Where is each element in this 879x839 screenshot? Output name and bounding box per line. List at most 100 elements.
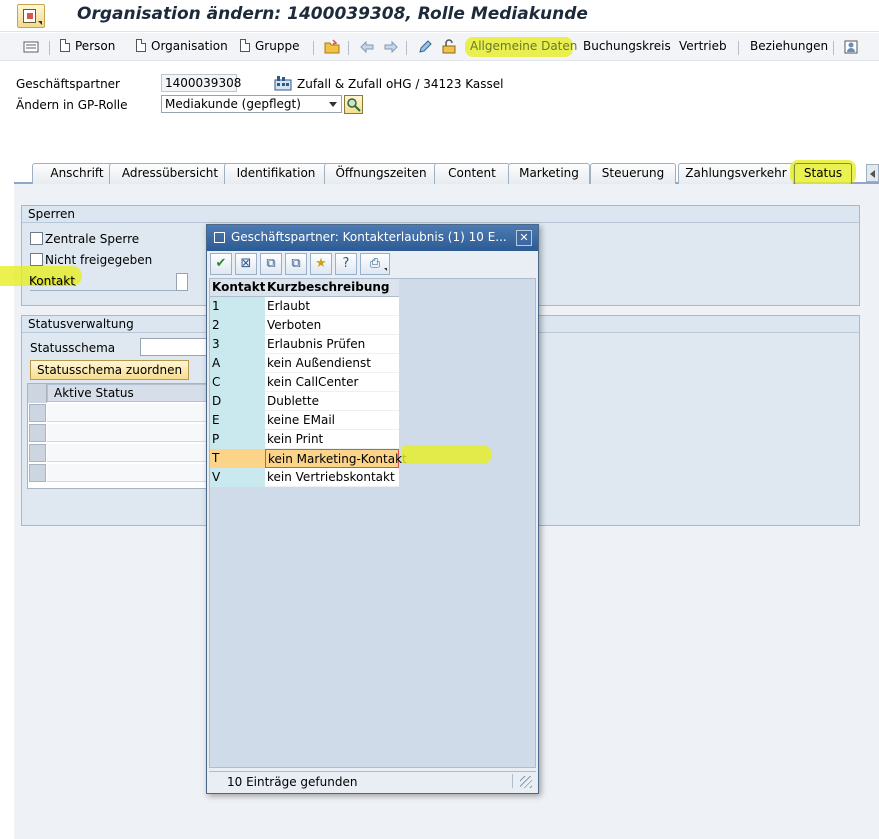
toolbar-separator [738,41,739,55]
tab-strip: Anschrift Adressübersicht Identifikation… [14,160,879,184]
allgemeine-daten-button[interactable]: Allgemeine Daten [470,39,577,55]
table-corner [28,384,47,403]
display-change-icon[interactable] [441,39,457,55]
list-item-key[interactable]: V [210,468,265,487]
list-item[interactable]: Erlaubnis Prüfen [265,335,399,354]
table-row[interactable] [47,464,207,482]
list-item[interactable]: kein Print [265,430,399,449]
find-button[interactable]: ⧉ [260,253,282,275]
statusschema-input[interactable] [140,338,210,356]
status-separator [512,774,513,788]
gp-name: Zufall & Zufall oHG / 34123 Kassel [297,77,504,91]
table-row[interactable] [47,424,207,442]
overview-icon[interactable] [23,39,39,55]
nicht-freigegeben-checkbox[interactable] [30,253,43,266]
popup-toolbar: ✔ ⊠ ⧉ ⧉ ★ ? ⎙ [209,253,409,277]
list-item-key[interactable]: 3 [210,335,265,354]
row-selector[interactable] [29,444,46,462]
list-item-key[interactable]: A [210,354,265,373]
row-selector[interactable] [29,464,46,482]
info-button[interactable]: ? [335,253,357,275]
entries-found-text: 10 Einträge gefunden [227,775,358,789]
tab-identifikation[interactable]: Identifikation [224,163,328,184]
tab-oeffnungszeiten[interactable]: Öffnungszeiten [324,163,438,184]
list-item-key[interactable]: 1 [210,297,265,316]
print-button[interactable]: ⎙ [360,253,390,275]
tab-label: Anschrift [50,166,104,180]
list-item-key[interactable]: D [210,392,265,411]
list-item-selected[interactable]: kein Marketing-Kontakt [265,449,407,468]
restrict-button[interactable]: ⊠ [235,253,257,275]
list-item[interactable]: keine EMail [265,411,399,430]
row-selector[interactable] [29,404,46,422]
kontakt-input[interactable] [176,273,188,291]
tab-zahlungsverkehr[interactable]: Zahlungsverkehr [678,163,794,184]
kurzbeschreibung-column-header[interactable]: Kurzbeschreibung [265,279,399,297]
restrict-icon: ⊠ [240,256,252,271]
list-item[interactable]: kein Außendienst [265,354,399,373]
new-document-icon [60,39,70,52]
rolle-value: Mediakunde (gepflegt) [165,97,301,111]
list-item[interactable]: Erlaubt [265,297,399,316]
table-row[interactable] [47,404,207,422]
toolbar-separator [348,41,349,55]
checkmark-icon: ✔ [215,256,227,271]
tab-label: Adressübersicht [121,166,219,180]
open-folder-icon[interactable] [324,39,340,55]
tab-scroll-button[interactable] [866,164,879,182]
title-bar: Organisation ändern: 1400039308, Rolle M… [0,0,879,32]
list-item[interactable]: Verboten [265,316,399,335]
table-row[interactable] [47,444,207,462]
tab-label: Content [448,166,496,180]
vertrieb-button[interactable]: Vertrieb [679,39,727,55]
list-item-key[interactable]: C [210,373,265,392]
list-item-key[interactable]: E [210,411,265,430]
edit-pencil-icon[interactable] [417,39,433,55]
find-next-button[interactable]: ⧉ [285,253,307,275]
close-button[interactable]: ✕ [516,230,532,246]
relationship-icon[interactable] [843,39,859,55]
toolbar-separator [313,41,314,55]
f4-help-popup: Geschäftspartner: Kontakterlaubnis (1) 1… [206,224,539,794]
tab-status[interactable]: Status [794,163,852,184]
aktive-status-column-header[interactable]: Aktive Status [47,384,207,402]
sperren-group-title: Sperren [22,206,859,223]
confirm-button[interactable]: ✔ [210,253,232,275]
statusschema-zuordnen-button[interactable]: Statusschema zuordnen [30,360,190,380]
person-label: Person [75,39,116,53]
arrow-right-icon[interactable] [383,39,399,55]
personal-list-button[interactable]: ★ [310,253,332,275]
organisation-button[interactable]: Organisation [136,39,228,55]
list-item[interactable]: kein CallCenter [265,373,399,392]
list-item-key-selected[interactable]: T [210,449,265,468]
resize-grip-icon[interactable] [520,776,532,788]
popup-title: Geschäftspartner: Kontakterlaubnis (1) 1… [231,230,507,244]
nicht-freigegeben-label: Nicht freigegeben [45,253,153,267]
gruppe-button[interactable]: Gruppe [240,39,299,55]
tab-label: Status [803,166,843,180]
new-document-icon [136,39,146,52]
zentrale-sperre-checkbox[interactable] [30,232,43,245]
search-role-button[interactable] [344,95,363,114]
rolle-select[interactable]: Mediakunde (gepflegt) [161,95,342,113]
list-item-key[interactable]: P [210,430,265,449]
tab-steuerung[interactable]: Steuerung [590,163,676,184]
row-selector[interactable] [29,424,46,442]
kontakt-column-header[interactable]: Kontakt [210,279,265,297]
beziehungen-button[interactable]: Beziehungen [750,39,828,55]
person-button[interactable]: Person [60,39,115,55]
tab-adressuebersicht[interactable]: Adressübersicht [109,163,231,184]
list-item[interactable]: Dublette [265,392,399,411]
toolbar-separator [406,41,407,55]
printer-icon: ⎙ [369,256,381,271]
list-item-key[interactable]: 2 [210,316,265,335]
system-menu-button[interactable] [17,4,45,28]
highlight-marker-selected-row [402,445,492,464]
close-icon: ✕ [519,231,529,244]
list-item[interactable]: kein Vertriebskontakt [265,468,399,487]
page-title: Organisation ändern: 1400039308, Rolle M… [77,4,588,24]
arrow-left-icon[interactable] [359,39,375,55]
tab-content[interactable]: Content [434,163,510,184]
tab-marketing[interactable]: Marketing [508,163,590,184]
buchungskreis-button[interactable]: Buchungskreis [583,39,671,55]
